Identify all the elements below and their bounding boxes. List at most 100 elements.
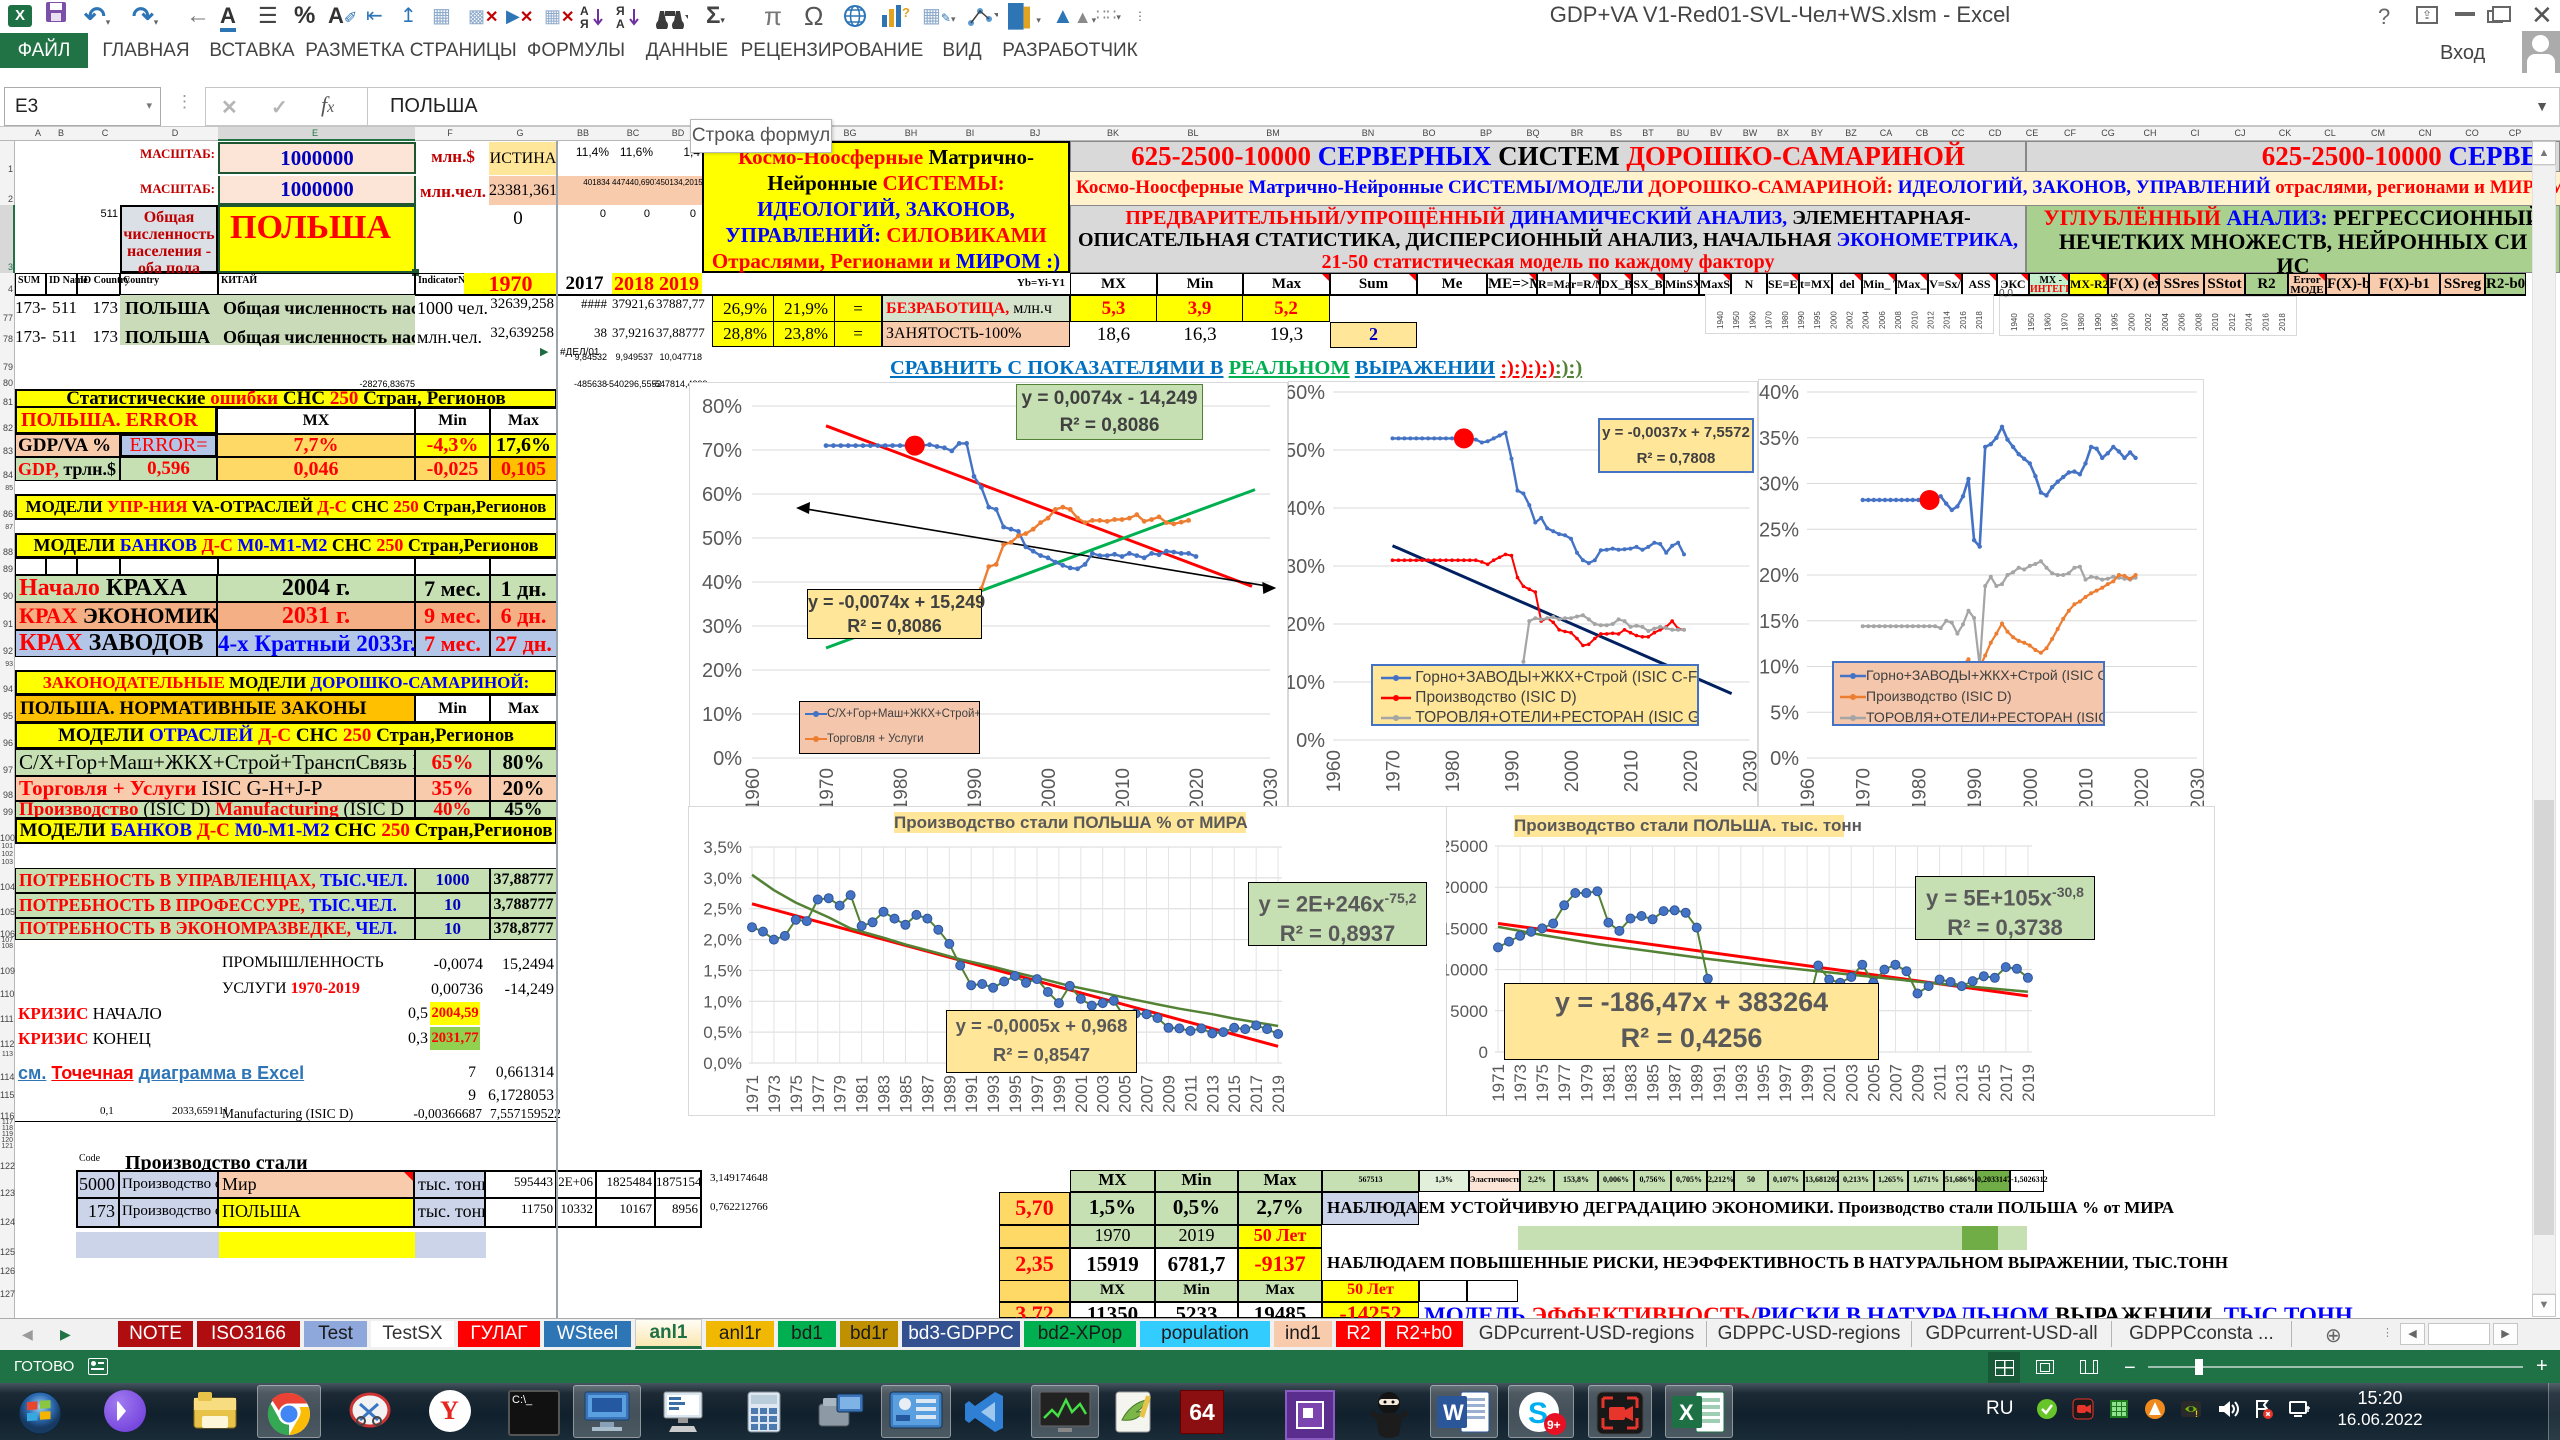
svg-text:5000: 5000 bbox=[1450, 1002, 1488, 1021]
svg-text:10000: 10000 bbox=[1446, 961, 1488, 980]
svg-text:2002: 2002 bbox=[2144, 313, 2153, 331]
svg-text:1975: 1975 bbox=[787, 1075, 806, 1113]
svg-text:1990: 1990 bbox=[2094, 313, 2103, 331]
svg-text:1981: 1981 bbox=[853, 1075, 872, 1113]
svg-text:1993: 1993 bbox=[984, 1075, 1003, 1113]
svg-text:15%: 15% bbox=[1759, 611, 1799, 633]
svg-text:2010: 2010 bbox=[1910, 311, 1919, 329]
svg-text:3,5%: 3,5% bbox=[703, 838, 742, 857]
svg-text:1990: 1990 bbox=[1797, 311, 1806, 329]
svg-text:1980: 1980 bbox=[1781, 311, 1790, 329]
svg-text:2010: 2010 bbox=[1622, 750, 1643, 792]
svg-text:20%: 20% bbox=[1759, 565, 1799, 587]
svg-text:2011: 2011 bbox=[1931, 1064, 1950, 1101]
svg-text:1995: 1995 bbox=[2111, 313, 2120, 331]
svg-text:1,0%: 1,0% bbox=[703, 992, 742, 1011]
svg-text:2011: 2011 bbox=[1181, 1075, 1200, 1112]
svg-text:20%: 20% bbox=[702, 660, 742, 682]
svg-text:15000: 15000 bbox=[1446, 919, 1488, 938]
svg-text:2018: 2018 bbox=[1975, 311, 1984, 329]
svg-text:1960: 1960 bbox=[1324, 750, 1345, 792]
svg-text:1997: 1997 bbox=[1028, 1075, 1047, 1113]
svg-text:1983: 1983 bbox=[1621, 1064, 1640, 1102]
svg-text:2000: 2000 bbox=[1829, 311, 1838, 329]
svg-text:2014: 2014 bbox=[1943, 311, 1952, 329]
svg-text:1975: 1975 bbox=[1533, 1064, 1552, 1102]
svg-text:2020: 2020 bbox=[1681, 750, 1702, 792]
svg-text:80%: 80% bbox=[702, 396, 742, 418]
svg-text:X: X bbox=[1679, 1400, 1694, 1425]
svg-text:1985: 1985 bbox=[896, 1075, 915, 1113]
svg-text:1950: 1950 bbox=[1732, 311, 1741, 329]
svg-text:2030: 2030 bbox=[1261, 768, 1282, 810]
svg-text:1970: 1970 bbox=[1854, 768, 1875, 810]
svg-text:2015: 2015 bbox=[1225, 1075, 1244, 1113]
svg-text:1960: 1960 bbox=[1748, 311, 1757, 329]
svg-text:А: А bbox=[616, 17, 625, 29]
svg-text:1960: 1960 bbox=[743, 768, 764, 810]
svg-text:1983: 1983 bbox=[875, 1075, 894, 1113]
svg-text:2007: 2007 bbox=[1886, 1064, 1905, 1102]
svg-text:40%: 40% bbox=[1288, 498, 1325, 520]
svg-text:1970: 1970 bbox=[2060, 313, 2069, 331]
svg-text:1940: 1940 bbox=[1716, 311, 1725, 329]
svg-text:1980: 1980 bbox=[891, 768, 912, 810]
svg-text:2000: 2000 bbox=[1562, 750, 1583, 792]
svg-text:1940: 1940 bbox=[2010, 313, 2019, 331]
svg-text:9+: 9+ bbox=[1547, 1418, 1561, 1432]
svg-text:40%: 40% bbox=[1759, 382, 1799, 404]
svg-text:1991: 1991 bbox=[962, 1075, 981, 1113]
svg-text:0%: 0% bbox=[713, 748, 742, 770]
svg-text:1987: 1987 bbox=[918, 1075, 937, 1113]
svg-text:40%: 40% bbox=[702, 572, 742, 594]
svg-text:1993: 1993 bbox=[1732, 1064, 1751, 1102]
svg-text:2008: 2008 bbox=[2194, 313, 2203, 331]
svg-text:2003: 2003 bbox=[1842, 1064, 1861, 1102]
svg-text:2010: 2010 bbox=[2211, 313, 2220, 331]
svg-text:30%: 30% bbox=[1759, 474, 1799, 496]
svg-text:2005: 2005 bbox=[1116, 1075, 1135, 1113]
svg-text:1971: 1971 bbox=[743, 1075, 762, 1113]
svg-text:2012: 2012 bbox=[2228, 313, 2237, 331]
svg-text:1995: 1995 bbox=[1006, 1075, 1025, 1113]
svg-text:2001: 2001 bbox=[1820, 1064, 1839, 1102]
svg-text:2016: 2016 bbox=[1959, 311, 1968, 329]
svg-text:2007: 2007 bbox=[1138, 1075, 1157, 1113]
svg-text:2020: 2020 bbox=[2132, 768, 2153, 810]
svg-text:1977: 1977 bbox=[1555, 1064, 1574, 1102]
svg-text:1960: 1960 bbox=[1798, 768, 1819, 810]
svg-text:1980: 1980 bbox=[1909, 768, 1930, 810]
svg-text:1999: 1999 bbox=[1050, 1075, 1069, 1113]
svg-text:2016: 2016 bbox=[2261, 313, 2270, 331]
svg-text:0,5%: 0,5% bbox=[703, 1023, 742, 1042]
svg-text:2009: 2009 bbox=[1159, 1075, 1178, 1113]
svg-text:1970: 1970 bbox=[817, 768, 838, 810]
svg-text:2013: 2013 bbox=[1203, 1075, 1222, 1113]
svg-text:1970: 1970 bbox=[1765, 311, 1774, 329]
svg-text:1971: 1971 bbox=[1489, 1064, 1508, 1102]
svg-text:2005: 2005 bbox=[1864, 1064, 1883, 1102]
svg-text:2017: 2017 bbox=[1997, 1064, 2016, 1102]
svg-text:20000: 20000 bbox=[1446, 878, 1488, 897]
svg-text:2004: 2004 bbox=[2161, 313, 2170, 331]
svg-text:2013: 2013 bbox=[1953, 1064, 1972, 1102]
svg-text:3,0%: 3,0% bbox=[703, 869, 742, 888]
svg-text:1990: 1990 bbox=[1503, 750, 1524, 792]
svg-text:1950: 1950 bbox=[2027, 313, 2036, 331]
svg-text:10%: 10% bbox=[1288, 672, 1325, 694]
svg-text:2001: 2001 bbox=[1072, 1075, 1091, 1113]
svg-text:5%: 5% bbox=[1770, 702, 1799, 724]
svg-text:Я: Я bbox=[616, 4, 625, 18]
svg-text:1979: 1979 bbox=[1577, 1064, 1596, 1102]
svg-text:2,0%: 2,0% bbox=[703, 931, 742, 950]
svg-text:2,5%: 2,5% bbox=[703, 900, 742, 919]
svg-text:1999: 1999 bbox=[1798, 1064, 1817, 1102]
svg-text:2020: 2020 bbox=[1187, 768, 1208, 810]
svg-text:2006: 2006 bbox=[1878, 311, 1887, 329]
svg-text:1981: 1981 bbox=[1599, 1064, 1618, 1102]
svg-text:2012: 2012 bbox=[1926, 311, 1935, 329]
svg-text:2004: 2004 bbox=[1862, 311, 1871, 329]
svg-text:1995: 1995 bbox=[1813, 311, 1822, 329]
svg-text:2000: 2000 bbox=[2021, 768, 2042, 810]
svg-text:1,5%: 1,5% bbox=[703, 961, 742, 980]
